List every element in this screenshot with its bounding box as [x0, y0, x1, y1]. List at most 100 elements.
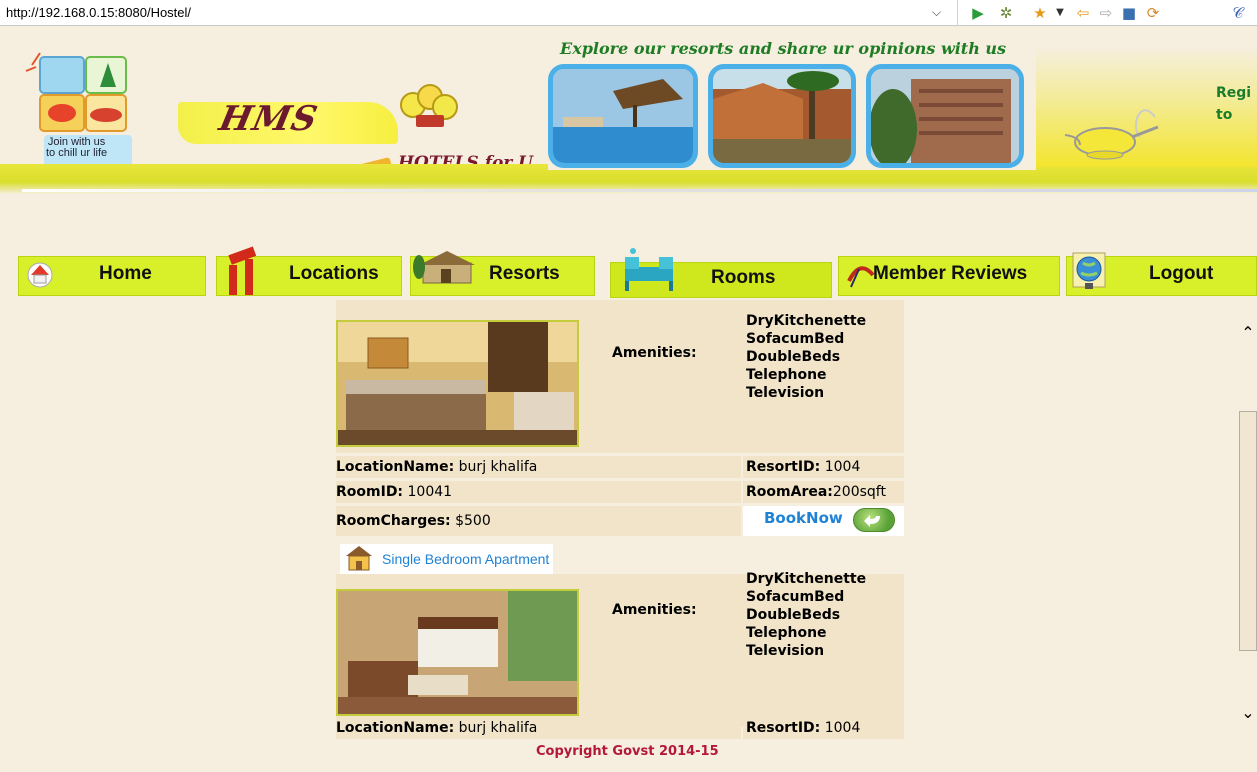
nav-home[interactable]: Home	[18, 256, 206, 296]
room-photo	[336, 589, 579, 716]
nav-label-logout: Logout	[1149, 263, 1214, 284]
nav-resorts[interactable]: Resorts	[410, 251, 595, 296]
amenity: DoubleBeds	[746, 607, 841, 623]
resort-id-value: 1004	[824, 720, 861, 736]
location-cell: LocationName: burj khalifa	[336, 456, 741, 478]
amenities-list: DryKitchenette SofacumBed DoubleBeds Tel…	[746, 312, 866, 402]
amenity: DryKitchenette	[746, 313, 867, 329]
nav-label-home: Home	[99, 263, 152, 284]
room-info-row: RoomID: 10041 RoomArea:200sqft	[336, 481, 904, 503]
location-label: LocationName:	[336, 720, 455, 736]
resort-cell: ResortID: 1004	[743, 717, 904, 739]
header-tagline: Explore our resorts and share ur opinion…	[560, 39, 1007, 58]
stop-icon[interactable]: ■	[1119, 3, 1139, 23]
locations-icon	[228, 246, 257, 295]
resort-photo-hotel	[866, 64, 1024, 168]
browser-toolbar: http://192.168.0.15:8080/Hostel/ ⌵ ▶ ✲ ★…	[0, 0, 1257, 26]
amenity: SofacumBed	[746, 331, 845, 347]
room-area-value: 200sqft	[832, 484, 886, 500]
brand-logo: HMS	[215, 99, 322, 139]
resort-id-label: ResortID:	[746, 459, 821, 475]
resort-id-label: ResortID:	[746, 720, 821, 736]
resort-photo-cottages	[708, 64, 856, 168]
book-now-arrow-icon[interactable]	[853, 508, 895, 532]
register-link[interactable]: Regi to	[1216, 82, 1251, 126]
favorites-dropdown-icon[interactable]: ▼	[1050, 3, 1070, 23]
url-dropdown-icon[interactable]: ⌵	[932, 5, 941, 20]
faces-icon	[400, 84, 458, 127]
amenity: DryKitchenette	[746, 571, 867, 587]
amenity: Television	[746, 385, 825, 401]
room-info-row: LocationName: burj khalifa ResortID: 100…	[336, 717, 904, 739]
room-area-cell: RoomArea:200sqft	[743, 481, 904, 503]
tool-icon[interactable]: 𝒞	[1228, 3, 1248, 23]
nav-logout[interactable]: Logout	[1066, 252, 1257, 296]
room-charges-cell: RoomCharges: $500	[336, 506, 741, 536]
room-summary: Amenities: DryKitchenette SofacumBed Dou…	[336, 571, 904, 727]
genie-lamp-icon	[1064, 109, 1159, 160]
room-charges-label: RoomCharges:	[336, 513, 451, 529]
room-info-row: LocationName: burj khalifa ResortID: 100…	[336, 456, 904, 478]
amenity: Telephone	[746, 367, 827, 383]
nav-rooms[interactable]: Rooms	[610, 248, 832, 298]
forward-icon[interactable]: ⇨	[1096, 3, 1116, 23]
back-icon[interactable]: ⇦	[1073, 3, 1093, 23]
room-id-value: 10041	[407, 484, 453, 500]
run-icon[interactable]: ▶	[968, 3, 988, 23]
resort-cell: ResortID: 1004	[743, 456, 904, 478]
resorts-icon	[413, 251, 475, 284]
resort-photo-strip	[548, 60, 1036, 170]
room-title-row: Single Bedroom Apartment	[336, 538, 904, 574]
nav-locations[interactable]: Locations	[216, 246, 402, 296]
logo-caption: Join with us to chill ur life	[46, 136, 108, 159]
room-photo	[336, 320, 579, 447]
amenity: SofacumBed	[746, 589, 845, 605]
globe-icon	[1072, 252, 1106, 289]
amenity: DoubleBeds	[746, 349, 841, 365]
room-card: Amenities: DryKitchenette SofacumBed Dou…	[336, 300, 904, 536]
nav-label-rooms: Rooms	[711, 267, 776, 288]
location-value: burj khalifa	[458, 720, 538, 736]
location-label: LocationName:	[336, 459, 455, 475]
main-nav: Home Locations Resorts Rooms Member Revi…	[0, 246, 1257, 298]
scroll-thumb[interactable]	[1239, 411, 1257, 651]
resort-id-value: 1004	[824, 459, 861, 475]
amenity: Television	[746, 643, 825, 659]
scroll-up-icon[interactable]: ⌃	[1239, 323, 1257, 342]
refresh-icon[interactable]: ⟳	[1143, 3, 1163, 23]
favorites-icon[interactable]: ★	[1030, 3, 1050, 23]
nav-label-member-reviews: Member Reviews	[873, 263, 1028, 284]
content-scrollbar[interactable]: ⌃ ⌄	[1239, 305, 1257, 735]
room-area-label: RoomArea:	[746, 484, 833, 500]
house-icon	[346, 546, 372, 571]
url-input[interactable]: http://192.168.0.15:8080/Hostel/	[0, 0, 958, 26]
room-title-link[interactable]: Single Bedroom Apartment	[340, 544, 554, 574]
amenity: Telephone	[746, 625, 827, 641]
room-summary: Amenities: DryKitchenette SofacumBed Dou…	[336, 300, 904, 453]
room-card: Amenities: DryKitchenette SofacumBed Dou…	[336, 571, 904, 739]
debug-icon[interactable]: ✲	[996, 3, 1016, 23]
rooms-icon	[625, 248, 673, 291]
member-reviews-icon	[847, 266, 875, 288]
rooms-list: Amenities: DryKitchenette SofacumBed Dou…	[336, 300, 904, 744]
amenities-label: Amenities:	[612, 602, 697, 618]
scroll-down-icon[interactable]: ⌄	[1239, 703, 1257, 722]
amenities-list: DryKitchenette SofacumBed DoubleBeds Tel…	[746, 570, 866, 660]
copyright-footer: Copyright Govst 2014-15	[536, 744, 719, 759]
nav-member-reviews[interactable]: Member Reviews	[838, 256, 1060, 296]
room-title-text: Single Bedroom Apartment	[382, 551, 550, 567]
nav-label-locations: Locations	[289, 263, 379, 284]
site-header: Join with us to chill ur life HMS 24x7 H…	[0, 27, 1257, 197]
header-divider	[22, 189, 1257, 192]
location-value: burj khalifa	[458, 459, 538, 475]
amenities-label: Amenities:	[612, 345, 697, 361]
resort-photo-pool	[548, 64, 698, 168]
nav-label-resorts: Resorts	[489, 263, 560, 284]
room-charges-value: $500	[455, 513, 491, 529]
home-icon	[27, 262, 53, 288]
book-now-button[interactable]: BookNow	[764, 509, 843, 527]
room-id-label: RoomID:	[336, 484, 404, 500]
room-id-cell: RoomID: 10041	[336, 481, 741, 503]
room-info-row: RoomCharges: $500 BookNow	[336, 506, 904, 536]
location-cell: LocationName: burj khalifa	[336, 717, 741, 739]
